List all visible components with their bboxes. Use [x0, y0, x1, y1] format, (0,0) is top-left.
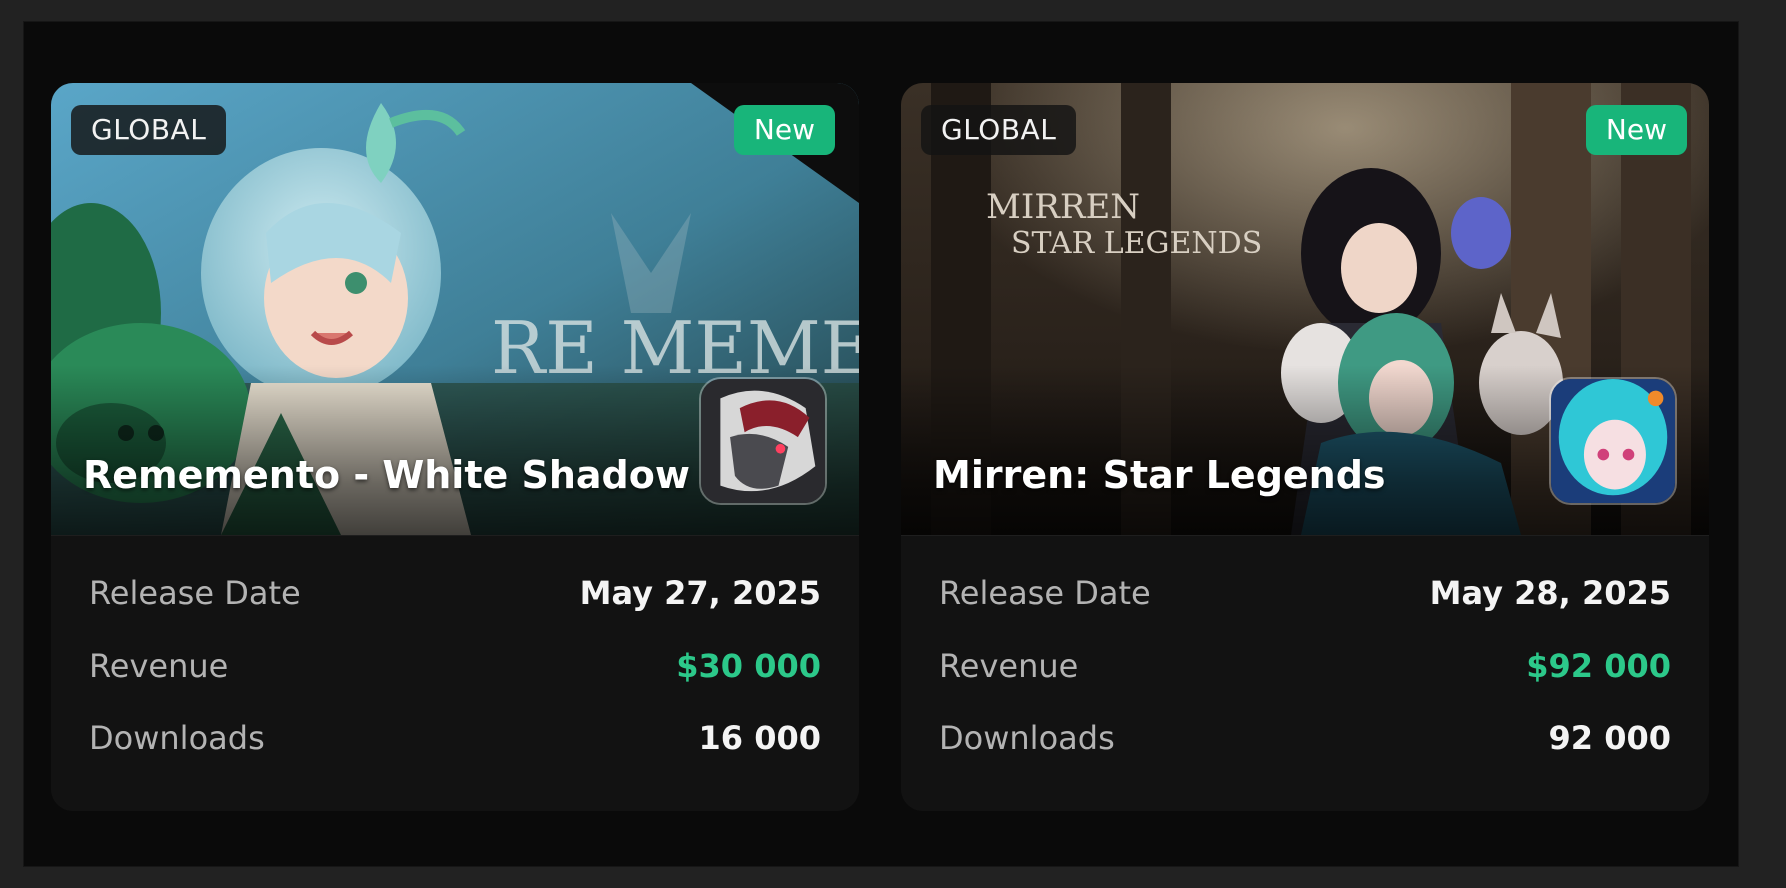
downloads-row: Downloads 16 000 — [89, 716, 821, 760]
game-app-icon[interactable] — [1549, 377, 1677, 505]
release-date-row: Release Date May 28, 2025 — [939, 571, 1671, 615]
banner-logo-text: MIRREN — [986, 187, 1140, 227]
release-date-row: Release Date May 27, 2025 — [89, 571, 821, 615]
release-date-value: May 27, 2025 — [579, 574, 821, 612]
game-cards-panel: RE MEMENTO GLOBAL New Rememento - White … — [23, 21, 1739, 867]
new-badge: New — [733, 105, 835, 155]
release-date-label: Release Date — [939, 574, 1151, 612]
game-card-rememento[interactable]: RE MEMENTO GLOBAL New Rememento - White … — [51, 83, 859, 811]
region-badge: GLOBAL — [921, 105, 1077, 155]
revenue-row: Revenue $92 000 — [939, 644, 1671, 688]
downloads-row: Downloads 92 000 — [939, 716, 1671, 760]
downloads-label: Downloads — [89, 719, 265, 757]
game-stats: Release Date May 28, 2025 Revenue $92 00… — [901, 535, 1709, 811]
release-date-value: May 28, 2025 — [1429, 574, 1671, 612]
game-title[interactable]: Mirren: Star Legends — [933, 453, 1386, 497]
game-title[interactable]: Rememento - White Shadow — [83, 453, 690, 497]
region-badge: GLOBAL — [71, 105, 227, 155]
revenue-row: Revenue $30 000 — [89, 644, 821, 688]
game-stats: Release Date May 27, 2025 Revenue $30 00… — [51, 535, 859, 811]
banner-logo-subtext: STAR LEGENDS — [1011, 226, 1262, 261]
downloads-label: Downloads — [939, 719, 1115, 757]
game-banner: RE MEMENTO GLOBAL New Rememento - White … — [51, 83, 859, 535]
revenue-value: $30 000 — [676, 647, 821, 685]
game-banner: MIRREN STAR LEGENDS GLOBAL New Mirren: S… — [901, 83, 1709, 535]
game-app-icon[interactable] — [699, 377, 827, 505]
revenue-value: $92 000 — [1526, 647, 1671, 685]
downloads-value: 92 000 — [1548, 719, 1671, 757]
game-card-mirren[interactable]: MIRREN STAR LEGENDS GLOBAL New Mirren: S… — [901, 83, 1709, 811]
downloads-value: 16 000 — [698, 719, 821, 757]
release-date-label: Release Date — [89, 574, 301, 612]
revenue-label: Revenue — [939, 647, 1079, 685]
new-badge: New — [1585, 105, 1687, 155]
revenue-label: Revenue — [89, 647, 229, 685]
